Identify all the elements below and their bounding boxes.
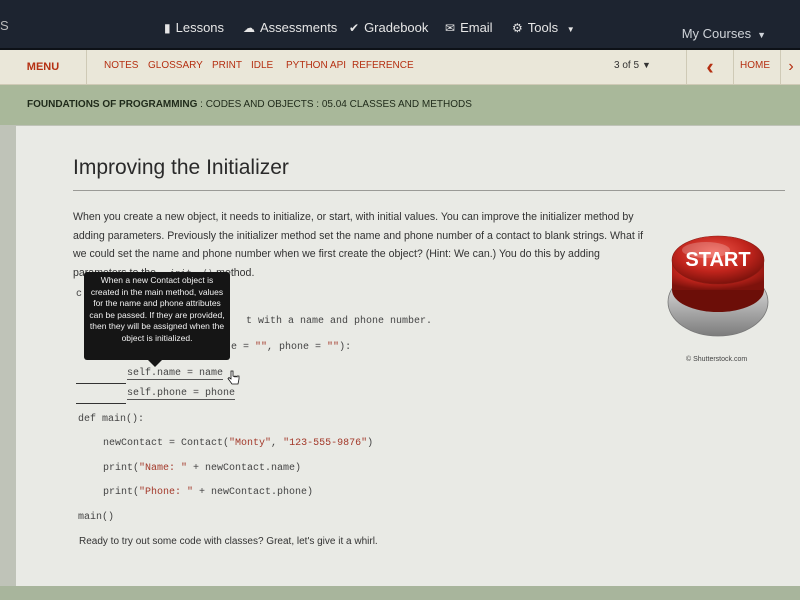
breadcrumb-bar: FOUNDATIONS OF PROGRAMMING : CODES AND O… xyxy=(0,85,800,125)
lesson-toolbar: MENU NOTES GLOSSARY PRINT IDLE PYTHON AP… xyxy=(0,50,800,85)
link-print[interactable]: PRINT xyxy=(212,60,242,71)
code-line-class: c xyxy=(76,289,83,300)
code-line-init: e = "", phone = ""): xyxy=(231,342,352,353)
start-label: START xyxy=(685,249,750,271)
breadcrumb-course: FOUNDATIONS OF PROGRAMMING xyxy=(27,99,198,110)
breadcrumb: FOUNDATIONS OF PROGRAMMING : CODES AND O… xyxy=(27,99,472,110)
menu-button[interactable]: MENU xyxy=(0,50,87,84)
bottom-strip xyxy=(0,586,800,600)
code-line-print-name: print("Name: " + newContact.name) xyxy=(103,463,302,474)
link-notes[interactable]: NOTES xyxy=(104,60,138,71)
link-python-api[interactable]: PYTHON API xyxy=(286,60,346,71)
nav-gradebook[interactable]: ✔ Gradebook xyxy=(349,20,428,35)
hover-tooltip: When a new Contact object is created in … xyxy=(84,272,230,367)
breadcrumb-path: : CODES AND OBJECTS : 05.04 CLASSES AND … xyxy=(197,99,472,110)
link-reference[interactable]: REFERENCE xyxy=(352,60,414,71)
underline-blank xyxy=(76,383,126,384)
next-page-button[interactable]: › xyxy=(780,50,800,84)
code-line-assign-name: self.name = name xyxy=(127,368,224,380)
start-button-image: START xyxy=(667,235,769,337)
title-divider xyxy=(73,190,785,191)
envelope-icon: ✉ xyxy=(445,21,456,35)
nav-email[interactable]: ✉ Email xyxy=(445,20,493,35)
code-line-docstring: t with a name and phone number. xyxy=(246,316,433,327)
my-courses-dropdown[interactable]: My Courses ▼ xyxy=(682,26,766,41)
page-title: Improving the Initializer xyxy=(73,156,289,179)
lesson-content: Improving the Initializer When you creat… xyxy=(16,126,800,586)
code-line-print-phone: print("Phone: " + newContact.phone) xyxy=(103,487,314,498)
code-line-call-main: main() xyxy=(78,512,115,523)
hand-pointer-icon xyxy=(227,370,240,385)
home-link[interactable]: HOME xyxy=(740,60,770,71)
nav-lessons[interactable]: ▮ Lessons xyxy=(164,20,224,35)
link-glossary[interactable]: GLOSSARY xyxy=(148,60,203,71)
closing-paragraph: Ready to try out some code with classes?… xyxy=(79,536,378,547)
nav-assessments[interactable]: ☁ Assessments xyxy=(243,20,337,35)
caret-down-icon: ▼ xyxy=(642,60,651,70)
page-selector[interactable]: 3 of 5 ▼ xyxy=(614,60,651,71)
check-icon: ✔ xyxy=(349,21,360,35)
previous-page-button[interactable]: ‹ xyxy=(686,50,734,84)
code-line-assign-phone: self.phone = phone xyxy=(127,388,236,400)
caret-down-icon: ▼ xyxy=(566,25,575,34)
code-line-new-contact: newContact = Contact("Monty", "123-555-9… xyxy=(103,438,374,449)
nav-tools[interactable]: ⚙ Tools ▼ xyxy=(512,20,580,35)
chevron-left-icon: ‹ xyxy=(706,54,714,79)
link-idle[interactable]: IDLE xyxy=(251,60,273,71)
cloud-icon: ☁ xyxy=(243,21,255,35)
chevron-right-icon: › xyxy=(788,58,794,75)
caret-down-icon: ▼ xyxy=(757,30,766,40)
book-icon: ▮ xyxy=(164,21,171,35)
gear-icon: ⚙ xyxy=(512,21,523,35)
top-navigation-bar: S ▮ Lessons ☁ Assessments ✔ Gradebook ✉ Emai… xyxy=(0,0,800,50)
underline-blank xyxy=(76,403,126,404)
code-line-def-main: def main(): xyxy=(78,414,145,425)
cut-off-text: S xyxy=(0,18,9,33)
image-credit: © Shutterstock.com xyxy=(686,356,748,363)
